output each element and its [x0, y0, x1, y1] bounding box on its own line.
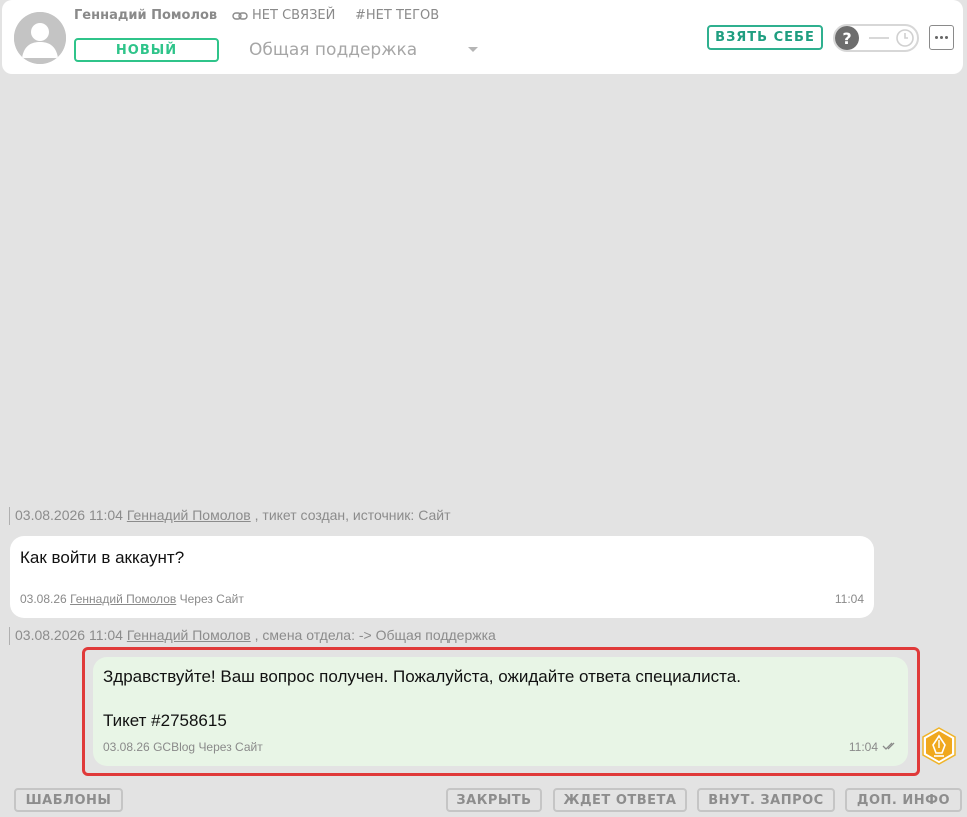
event-datetime: 03.08.2026 11:04 — [15, 627, 123, 643]
tags-label[interactable]: #НЕТ ТЕГОВ — [355, 8, 439, 23]
message-author-link[interactable]: Геннадий Помолов — [70, 592, 176, 606]
message-ticket-number: Тикет #2758615 — [103, 711, 227, 730]
awaiting-reply-button[interactable]: ЖДЕТ ОТВЕТА — [553, 788, 687, 812]
bot-message: Здравствуйте! Ваш вопрос получен. Пожалу… — [93, 657, 908, 766]
event-text: , тикет создан, источник: Сайт — [254, 507, 451, 523]
extra-info-button[interactable]: ДОП. ИНФО — [845, 788, 962, 812]
ticket-header: Геннадий Помолов НЕТ СВЯЗЕЙ #НЕТ ТЕГОВ Н… — [2, 0, 963, 74]
message-time: 11:04 — [834, 592, 864, 606]
close-ticket-button[interactable]: ЗАКРЫТЬ — [446, 788, 542, 812]
more-dots-icon — [935, 36, 938, 39]
message-meta: 03.08.26 GCBlog Через Сайт — [103, 740, 263, 754]
event-author-link[interactable]: Геннадий Помолов — [127, 627, 251, 643]
timer-toggle[interactable]: ? — [833, 24, 919, 52]
event-datetime: 03.08.2026 11:04 — [15, 507, 123, 523]
message-author: GCBlog — [153, 740, 196, 754]
message-time: 11:04 — [848, 740, 878, 754]
take-ticket-button[interactable]: ВЗЯТЬ СЕБЕ — [707, 25, 823, 50]
client-message: Как войти в аккаунт? 03.08.26 Геннадий П… — [10, 536, 874, 618]
internal-request-button[interactable]: ВНУТ. ЗАПРОС — [697, 788, 835, 812]
message-source: Через Сайт — [179, 592, 244, 606]
status-badge[interactable]: НОВЫЙ — [74, 38, 219, 62]
link-icon — [232, 11, 248, 20]
links-text: НЕТ СВЯЗЕЙ — [252, 8, 336, 23]
clock-icon — [896, 29, 914, 47]
pen-nib-hexagon-icon — [922, 727, 956, 765]
user-name[interactable]: Геннадий Помолов — [74, 8, 217, 23]
message-date: 03.08.26 — [20, 592, 67, 606]
chevron-down-icon[interactable] — [468, 47, 478, 52]
message-meta: 03.08.26 Геннадий Помолов Через Сайт — [20, 592, 244, 606]
message-time-block: 11:04 — [849, 740, 898, 754]
more-button[interactable] — [929, 25, 954, 50]
message-text: Как войти в аккаунт? — [20, 548, 185, 567]
message-date: 03.08.26 — [103, 740, 150, 754]
bot-avatar — [921, 727, 957, 765]
event-author-link[interactable]: Геннадий Помолов — [127, 507, 251, 523]
templates-button[interactable]: ШАБЛОНЫ — [14, 788, 123, 812]
message-source: Через Сайт — [198, 740, 263, 754]
system-event: 03.08.2026 11:04 Геннадий Помолов , смен… — [9, 627, 496, 645]
message-text-line1: Здравствуйте! Ваш вопрос получен. Пожалу… — [103, 667, 741, 686]
user-silhouette-icon — [14, 12, 66, 64]
toggle-track — [869, 37, 889, 39]
toggle-knob: ? — [835, 26, 859, 50]
user-avatar[interactable] — [14, 12, 66, 64]
event-text: , смена отдела: -> Общая поддержка — [254, 627, 496, 643]
links-label[interactable]: НЕТ СВЯЗЕЙ — [232, 8, 335, 23]
department-select[interactable]: Общая поддержка — [249, 40, 417, 60]
system-event: 03.08.2026 11:04 Геннадий Помолов , тике… — [9, 507, 451, 525]
double-check-icon — [882, 742, 895, 750]
